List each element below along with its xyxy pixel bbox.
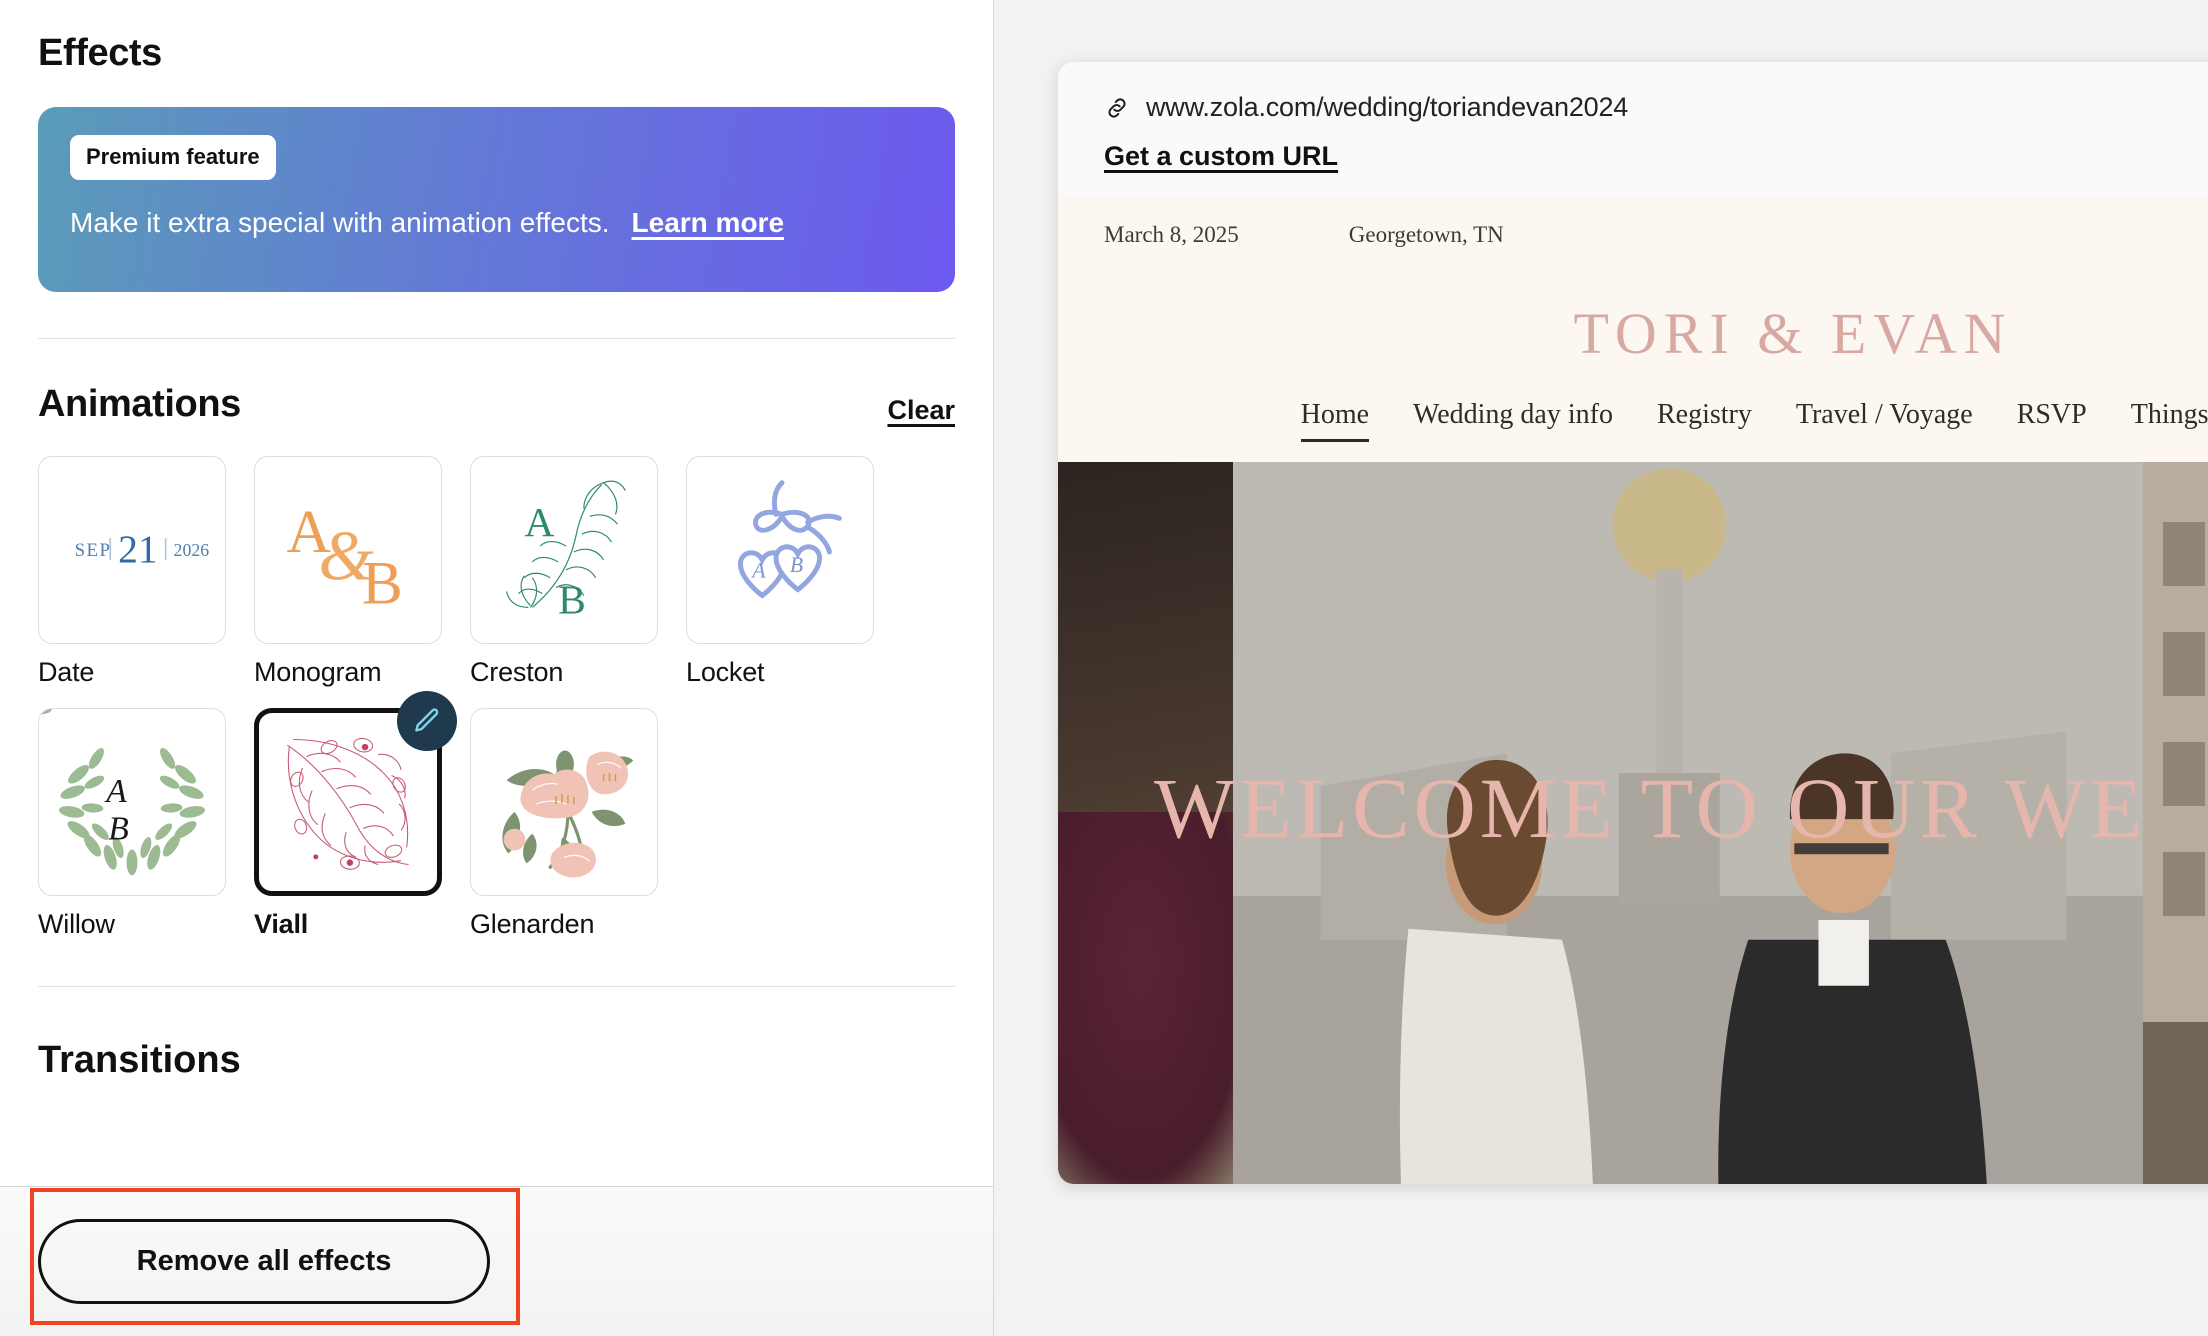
animation-label: Monogram bbox=[254, 657, 442, 688]
get-custom-url-link[interactable]: Get a custom URL bbox=[1104, 141, 1338, 172]
svg-text:21: 21 bbox=[118, 527, 158, 571]
nav-item-rsvp[interactable]: RSVP bbox=[2017, 399, 2087, 442]
svg-text:A: A bbox=[524, 499, 554, 545]
animations-title: Animations bbox=[38, 383, 241, 426]
transitions-title: Transitions bbox=[38, 1039, 955, 1082]
hero-center-photo-art bbox=[1233, 462, 2143, 1184]
svg-text:2026: 2026 bbox=[174, 540, 210, 560]
animation-label: Viall bbox=[254, 909, 442, 940]
animations-header: Animations Clear bbox=[38, 383, 955, 426]
animation-option-viall[interactable]: Viall bbox=[254, 708, 442, 940]
animation-thumbnail[interactable]: SEP 21 2026 bbox=[38, 456, 226, 644]
wedding-site-preview: March 8, 2025 Georgetown, TN TORI & EVAN… bbox=[1058, 196, 2208, 1184]
nav-item-travel-voyage[interactable]: Travel / Voyage bbox=[1796, 399, 1973, 442]
page-title: Effects bbox=[38, 32, 955, 75]
animation-thumbnail[interactable] bbox=[470, 708, 658, 896]
site-url-text: www.zola.com/wedding/toriandevan2024 bbox=[1146, 92, 1628, 123]
hero-image-gallery: WELCOME TO OUR WE bbox=[1058, 462, 2208, 1184]
svg-text:SEP: SEP bbox=[75, 540, 112, 561]
monogram-art-icon: A & B bbox=[255, 456, 441, 644]
premium-feature-banner[interactable]: Premium feature Make it extra special wi… bbox=[38, 107, 955, 292]
wedding-date: March 8, 2025 bbox=[1104, 222, 1239, 248]
animation-option-glenarden[interactable]: Glenarden bbox=[470, 708, 658, 940]
svg-text:B: B bbox=[362, 549, 403, 617]
nav-item-home[interactable]: Home bbox=[1301, 399, 1369, 442]
animation-label: Glenarden bbox=[470, 909, 658, 940]
hero-photo-center bbox=[1233, 462, 2143, 1184]
animation-option-locket[interactable]: A B Locket bbox=[686, 456, 874, 688]
remove-all-effects-button[interactable]: Remove all effects bbox=[38, 1219, 490, 1304]
locket-art-icon: A B bbox=[687, 456, 873, 644]
website-preview-panel: www.zola.com/wedding/toriandevan2024 Get… bbox=[994, 0, 2208, 1336]
svg-text:B: B bbox=[790, 553, 803, 577]
animation-label: Willow bbox=[38, 909, 226, 940]
animation-label: Date bbox=[38, 657, 226, 688]
hero-right-photo-art bbox=[2143, 462, 2208, 1184]
hero-photo-right bbox=[2143, 462, 2208, 1184]
animation-option-willow[interactable]: A B Willow bbox=[38, 708, 226, 940]
divider bbox=[38, 986, 955, 987]
creston-art-icon: A B bbox=[471, 456, 657, 644]
animation-label: Locket bbox=[686, 657, 874, 688]
url-row: www.zola.com/wedding/toriandevan2024 bbox=[1104, 92, 2208, 123]
animation-thumbnail[interactable]: A B bbox=[686, 456, 874, 644]
app-root: Effects Premium feature Make it extra sp… bbox=[0, 0, 2208, 1336]
effects-scroll-area[interactable]: Effects Premium feature Make it extra sp… bbox=[0, 0, 993, 1186]
svg-text:B: B bbox=[558, 576, 586, 622]
wedding-location: Georgetown, TN bbox=[1349, 222, 1504, 248]
link-icon bbox=[1104, 95, 1130, 121]
effects-editor-panel: Effects Premium feature Make it extra sp… bbox=[0, 0, 994, 1336]
svg-text:B: B bbox=[108, 811, 129, 848]
animation-option-date[interactable]: SEP 21 2026 Date bbox=[38, 456, 226, 688]
nav-item-things-to-do[interactable]: Things To Do bbox=[2131, 399, 2208, 442]
animation-thumbnail[interactable]: A B bbox=[470, 456, 658, 644]
animation-label: Creston bbox=[470, 657, 658, 688]
hero-photo-left bbox=[1058, 462, 1233, 1184]
premium-banner-text-row: Make it extra special with animation eff… bbox=[70, 207, 923, 239]
nav-item-wedding-day-info[interactable]: Wedding day info bbox=[1413, 399, 1613, 442]
url-bar: www.zola.com/wedding/toriandevan2024 Get… bbox=[1058, 62, 2208, 196]
svg-text:A: A bbox=[104, 773, 127, 810]
site-navigation: Home Wedding day info Registry Travel / … bbox=[1058, 377, 2208, 462]
edit-animation-badge[interactable] bbox=[397, 691, 457, 751]
animations-grid: SEP 21 2026 Date A & bbox=[38, 456, 955, 940]
animation-option-monogram[interactable]: A & B Monogram bbox=[254, 456, 442, 688]
clear-animations-link[interactable]: Clear bbox=[887, 395, 955, 426]
animation-thumbnail[interactable]: A B bbox=[38, 708, 226, 896]
pencil-icon bbox=[412, 706, 442, 736]
svg-text:A: A bbox=[750, 559, 766, 583]
site-meta-row: March 8, 2025 Georgetown, TN bbox=[1058, 196, 2208, 248]
learn-more-link[interactable]: Learn more bbox=[632, 207, 785, 238]
date-art-icon: SEP 21 2026 bbox=[39, 456, 225, 644]
premium-banner-message: Make it extra special with animation eff… bbox=[70, 207, 610, 238]
premium-badge: Premium feature bbox=[70, 135, 276, 180]
preview-card: www.zola.com/wedding/toriandevan2024 Get… bbox=[1058, 62, 2208, 1184]
willow-art-icon: A B bbox=[39, 708, 225, 896]
glenarden-art-icon bbox=[471, 708, 657, 896]
animation-thumbnail[interactable]: A & B bbox=[254, 456, 442, 644]
animation-option-creston[interactable]: A B Creston bbox=[470, 456, 658, 688]
couple-names-heading: TORI & EVAN bbox=[1058, 248, 2208, 377]
effects-footer-bar: Remove all effects bbox=[0, 1186, 993, 1336]
divider bbox=[38, 338, 955, 339]
nav-item-registry[interactable]: Registry bbox=[1657, 399, 1752, 442]
